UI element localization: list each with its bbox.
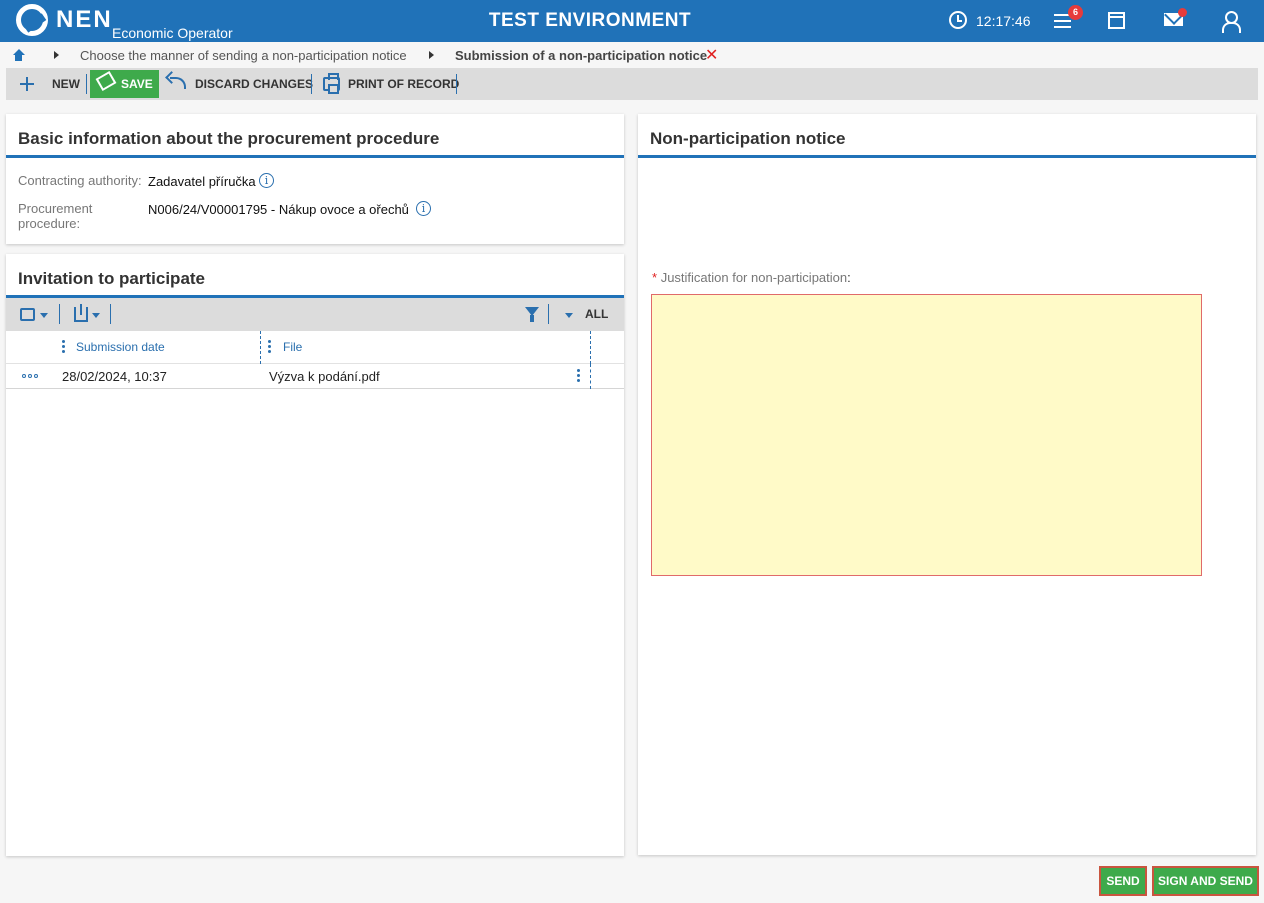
invitation-panel: Invitation to participate ALL Submission… — [6, 254, 624, 856]
breadcrumb-item-current: Submission of a non-participation notice — [455, 48, 708, 63]
calculator-icon[interactable] — [1108, 12, 1125, 29]
panel-title: Invitation to participate — [18, 269, 206, 288]
notification-badge: 6 — [1068, 5, 1083, 20]
grid-header: Submission date File — [6, 331, 624, 364]
top-bar: NEN Economic Operator TEST ENVIRONMENT 1… — [0, 0, 1264, 42]
toolbar-divider — [548, 304, 549, 324]
procedure-label-cont: procedure: — [18, 216, 81, 231]
sign-and-send-button[interactable]: SIGN AND SEND — [1152, 866, 1259, 896]
filter-all-button[interactable]: ALL — [585, 298, 608, 330]
column-divider[interactable] — [590, 331, 591, 364]
close-tab-icon[interactable]: ✕ — [705, 45, 718, 65]
procedure-value[interactable]: N006/24/V00001795 - Nákup ovoce a ořechů — [148, 202, 409, 217]
chevron-down-icon[interactable] — [40, 313, 48, 318]
chevron-right-icon — [429, 51, 434, 59]
user-icon[interactable] — [1221, 11, 1241, 33]
export-icon[interactable] — [74, 304, 88, 322]
save-button-label: SAVE — [121, 77, 153, 91]
column-divider — [590, 364, 591, 389]
toolbar-divider — [456, 74, 457, 94]
column-menu-icon[interactable] — [268, 340, 271, 354]
procedure-label: Procurement — [18, 201, 93, 216]
grid-toolbar: ALL — [6, 298, 624, 331]
authority-value: Zadavatel příručka — [148, 174, 256, 189]
row-actions-icon[interactable] — [22, 374, 40, 379]
save-button[interactable]: SAVE — [90, 70, 159, 98]
table-row[interactable]: 28/02/2024, 10:37 Výzva k podání.pdf — [6, 364, 624, 389]
breadcrumb: Choose the manner of sending a non-parti… — [0, 42, 1264, 68]
file-menu-icon[interactable] — [577, 369, 580, 383]
breadcrumb-item-manner[interactable]: Choose the manner of sending a non-parti… — [80, 48, 407, 63]
info-icon[interactable]: i — [259, 173, 274, 188]
session-clock: 12:17:46 — [976, 13, 1031, 29]
mail-unread-dot — [1178, 8, 1187, 17]
justification-label: * Justification for non-participation: — [652, 270, 851, 285]
clock-icon — [949, 11, 967, 29]
non-participation-panel: Non-participation notice * Justification… — [638, 114, 1256, 855]
home-icon[interactable] — [12, 49, 25, 61]
info-icon[interactable]: i — [416, 201, 431, 216]
basic-info-panel: Basic information about the procurement … — [6, 114, 624, 244]
print-record-button[interactable]: PRINT OF RECORD — [348, 68, 459, 100]
undo-icon[interactable] — [170, 77, 186, 89]
title-underline — [6, 155, 624, 158]
column-file[interactable]: File — [283, 340, 302, 354]
chevron-down-icon[interactable] — [565, 313, 573, 318]
column-menu-icon[interactable] — [62, 340, 65, 354]
new-button[interactable]: NEW — [52, 68, 80, 100]
plus-icon[interactable] — [20, 77, 34, 91]
chevron-down-icon[interactable] — [92, 313, 100, 318]
toolbar-divider — [311, 74, 312, 94]
printer-icon[interactable] — [323, 73, 340, 94]
chevron-right-icon — [54, 51, 59, 59]
save-icon — [95, 70, 117, 92]
justification-input[interactable] — [651, 294, 1202, 576]
required-marker: * — [652, 270, 658, 285]
title-underline — [638, 155, 1256, 158]
column-divider[interactable] — [260, 331, 261, 364]
justification-label-text: Justification for non-participation — [660, 270, 848, 285]
column-submission-date[interactable]: Submission date — [76, 340, 165, 354]
toolbar-divider — [59, 304, 60, 324]
label-colon: : — [847, 270, 851, 285]
send-button[interactable]: SEND — [1099, 866, 1147, 896]
main-toolbar: NEW SAVE DISCARD CHANGES PRINT OF RECORD — [6, 68, 1258, 100]
panel-title: Basic information about the procurement … — [18, 129, 440, 148]
cell-file-link[interactable]: Výzva k podání.pdf — [269, 369, 380, 384]
filter-icon[interactable] — [525, 307, 539, 323]
authority-label: Contracting authority: — [18, 173, 142, 188]
cell-submission-date: 28/02/2024, 10:37 — [62, 369, 167, 384]
discard-changes-button[interactable]: DISCARD CHANGES — [195, 68, 313, 100]
printer-icon[interactable] — [20, 308, 35, 321]
toolbar-divider — [86, 74, 87, 94]
toolbar-divider — [110, 304, 111, 324]
panel-title: Non-participation notice — [650, 129, 846, 148]
